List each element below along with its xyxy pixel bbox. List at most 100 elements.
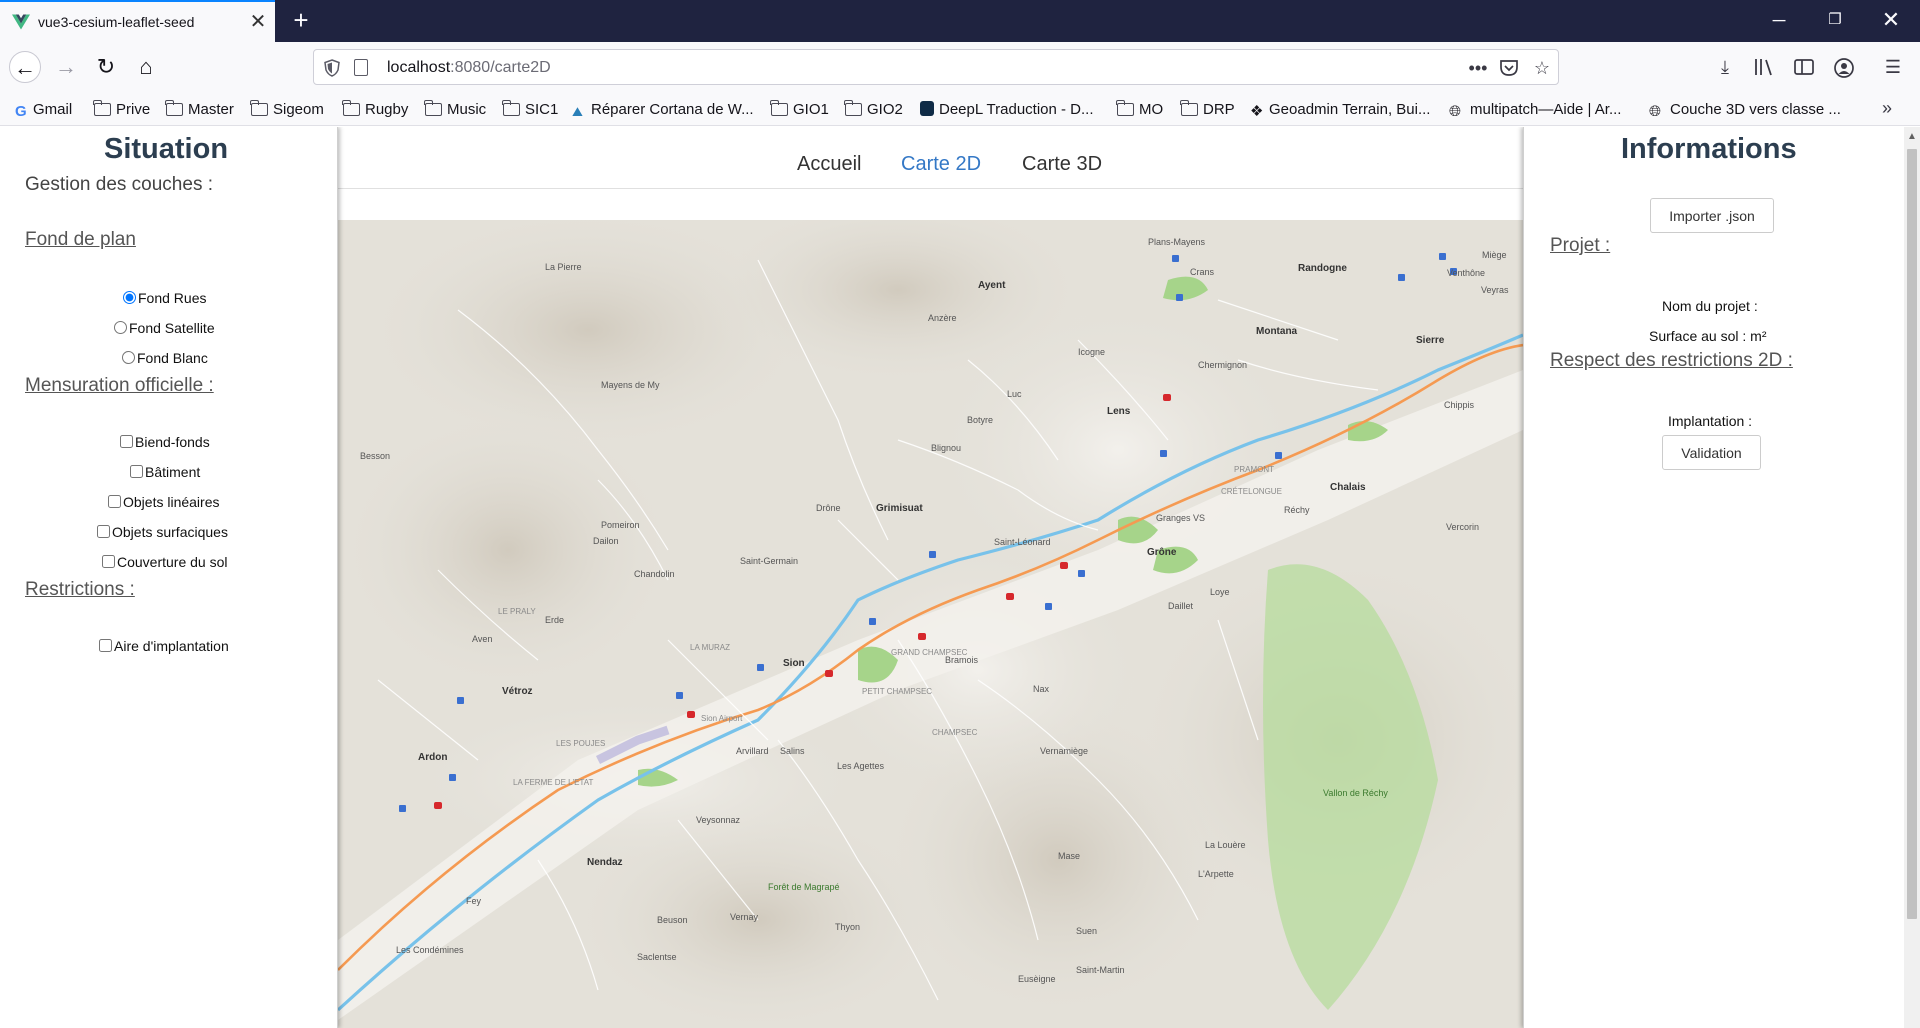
bookmark-folder-gio1[interactable]: GIO1: [770, 100, 829, 120]
scrollbar-thumb[interactable]: [1907, 149, 1917, 919]
checkbox-aire-implantation[interactable]: Aire d'implantation: [99, 637, 229, 655]
sidebar-icon[interactable]: [1793, 57, 1815, 77]
nav-link-carte-2d[interactable]: Carte 2D: [901, 153, 981, 176]
bookmark-star-icon[interactable]: ☆: [1529, 56, 1555, 80]
checkbox-batiment[interactable]: Bâtiment: [130, 463, 200, 481]
checkbox-input[interactable]: [99, 639, 112, 652]
nav-link-carte-3d[interactable]: Carte 3D: [1022, 153, 1102, 176]
map-label: Chippis: [1444, 400, 1475, 410]
menu-icon[interactable]: ☰: [1880, 54, 1906, 80]
page-content: Accueil Carte 2D Carte 3D Sion Sierre Gr…: [0, 127, 1904, 1028]
section-restrictions: Restrictions :: [25, 579, 135, 600]
top-navigation: Accueil Carte 2D Carte 3D: [338, 127, 1523, 189]
map-label: Beuson: [657, 915, 688, 925]
map-label: Chandolin: [634, 569, 675, 579]
scroll-up-arrow-icon[interactable]: ▲: [1907, 131, 1917, 142]
bookmark-folder-sigeom[interactable]: Sigeom: [250, 100, 324, 120]
map-label: Les Agettes: [837, 761, 885, 771]
url-text[interactable]: localhost:8080/carte2D: [387, 59, 551, 77]
map-label: Vercorin: [1446, 522, 1480, 532]
import-json-button[interactable]: Importer .json: [1650, 198, 1774, 233]
map-label: Sion Airport: [701, 714, 743, 723]
checkbox-objets-lineaires[interactable]: Objets linéaires: [108, 493, 220, 511]
map-view[interactable]: Sion Sierre Grimisuat Chalais Vétroz Ard…: [338, 220, 1523, 1028]
radio-fond-satellite[interactable]: Fond Satellite: [114, 319, 215, 337]
checkbox-input[interactable]: [102, 555, 115, 568]
page-icon: [354, 59, 368, 76]
bookmark-folder-rugby[interactable]: Rugby: [342, 100, 408, 120]
map-label: Pomeiron: [601, 520, 640, 530]
implantation-label: Implantation :: [1668, 413, 1753, 429]
new-tab-icon[interactable]: +: [286, 6, 316, 36]
vue-logo-icon: [12, 14, 30, 30]
map-label: Crans: [1190, 267, 1215, 277]
map-label: Loye: [1210, 587, 1230, 597]
map-label: Botyre: [967, 415, 994, 425]
window-close-icon[interactable]: ✕: [1868, 0, 1914, 42]
map-label: Daillet: [1168, 601, 1194, 611]
map-label: Thyon: [835, 922, 861, 932]
panel-title-situation: Situation: [104, 133, 229, 165]
map-label: Anzère: [928, 313, 957, 323]
globe-icon: 🌐︎: [1449, 103, 1462, 120]
bookmark-geoadmin[interactable]: ❖ Geoadmin Terrain, Bui...: [1250, 100, 1430, 120]
bookmark-folder-sic1[interactable]: SIC1: [502, 100, 558, 120]
url-bar[interactable]: localhost:8080/carte2D ••• ☆: [313, 49, 1559, 85]
bookmark-folder-prive[interactable]: Prive: [93, 100, 150, 120]
navigation-toolbar: ← → ↻ ⌂ localhost:8080/carte2D ••• ☆ ⤓ ☰: [0, 42, 1920, 92]
minimize-icon[interactable]: ─: [1756, 0, 1802, 42]
checkbox-input[interactable]: [130, 465, 143, 478]
bookmark-folder-mo[interactable]: MO: [1116, 100, 1163, 120]
radio-fond-rues[interactable]: Fond Rues: [123, 289, 206, 307]
bookmark-folder-gio2[interactable]: GIO2: [844, 100, 903, 120]
layers-subtitle: Gestion des couches :: [25, 174, 213, 195]
radio-fond-blanc[interactable]: Fond Blanc: [122, 349, 208, 367]
download-icon[interactable]: ⤓: [1712, 54, 1738, 80]
geoadmin-icon: ❖: [1250, 103, 1264, 120]
close-icon[interactable]: ✕: [246, 10, 270, 34]
chevron-double-right-icon[interactable]: »: [1882, 98, 1892, 119]
map-label-randogne: Randogne: [1298, 263, 1347, 274]
page-actions-icon[interactable]: •••: [1465, 56, 1491, 80]
restore-icon[interactable]: ❐: [1812, 0, 1858, 42]
checkbox-input[interactable]: [120, 435, 133, 448]
map-label: Drône: [816, 503, 841, 513]
bookmark-folder-master[interactable]: Master: [165, 100, 234, 120]
nav-link-accueil[interactable]: Accueil: [797, 153, 861, 176]
page-scrollbar[interactable]: ▲: [1904, 127, 1920, 1028]
bookmark-folder-music[interactable]: Music: [424, 100, 486, 120]
bookmark-couche-3d[interactable]: 🌐︎ Couche 3D vers classe ...: [1649, 100, 1841, 120]
forward-arrow-icon[interactable]: →: [50, 51, 82, 83]
bookmark-deepl[interactable]: DeepL Traduction - D...: [920, 100, 1094, 120]
radio-input[interactable]: [123, 291, 136, 304]
deepl-icon: [920, 101, 934, 116]
checkbox-couverture-du-sol[interactable]: Couverture du sol: [102, 553, 228, 571]
bookmarks-bar: G Gmail Prive Master Sigeom Rugby Music S…: [0, 92, 1920, 126]
home-icon[interactable]: ⌂: [130, 51, 162, 83]
library-icon[interactable]: [1753, 57, 1775, 77]
checkbox-objets-surfaciques[interactable]: Objets surfaciques: [97, 523, 228, 541]
map-label-montana: Montana: [1256, 326, 1298, 337]
bookmark-folder-drp[interactable]: DRP: [1180, 100, 1235, 120]
folder-icon: [1180, 100, 1198, 116]
bookmark-multipatch[interactable]: 🌐︎ multipatch—Aide | Ar...: [1449, 100, 1621, 120]
account-icon[interactable]: [1833, 57, 1855, 79]
browser-tab[interactable]: vue3-cesium-leaflet-seed ✕: [0, 0, 275, 42]
radio-input[interactable]: [114, 321, 127, 334]
map-label: Saint-Germain: [740, 556, 799, 566]
validation-button[interactable]: Validation: [1662, 435, 1761, 470]
map-label: Fey: [466, 896, 482, 906]
checkbox-biend-fonds[interactable]: Biend-fonds: [120, 433, 210, 451]
map-label: Plans-Mayens: [1148, 237, 1206, 247]
checkbox-input[interactable]: [97, 525, 110, 538]
back-arrow-icon[interactable]: ←: [9, 51, 41, 83]
map-label: Veyras: [1481, 285, 1509, 295]
map-label: CRÉTELONGUE: [1221, 487, 1282, 496]
pocket-icon[interactable]: [1499, 59, 1519, 77]
checkbox-input[interactable]: [108, 495, 121, 508]
map-label-vetroz: Vétroz: [502, 686, 533, 697]
bookmark-gmail[interactable]: G Gmail: [15, 100, 72, 120]
radio-input[interactable]: [122, 351, 135, 364]
bookmark-reparer-cortana[interactable]: ⛰ Réparer Cortana de W...: [572, 100, 754, 120]
reload-icon[interactable]: ↻: [90, 51, 122, 83]
